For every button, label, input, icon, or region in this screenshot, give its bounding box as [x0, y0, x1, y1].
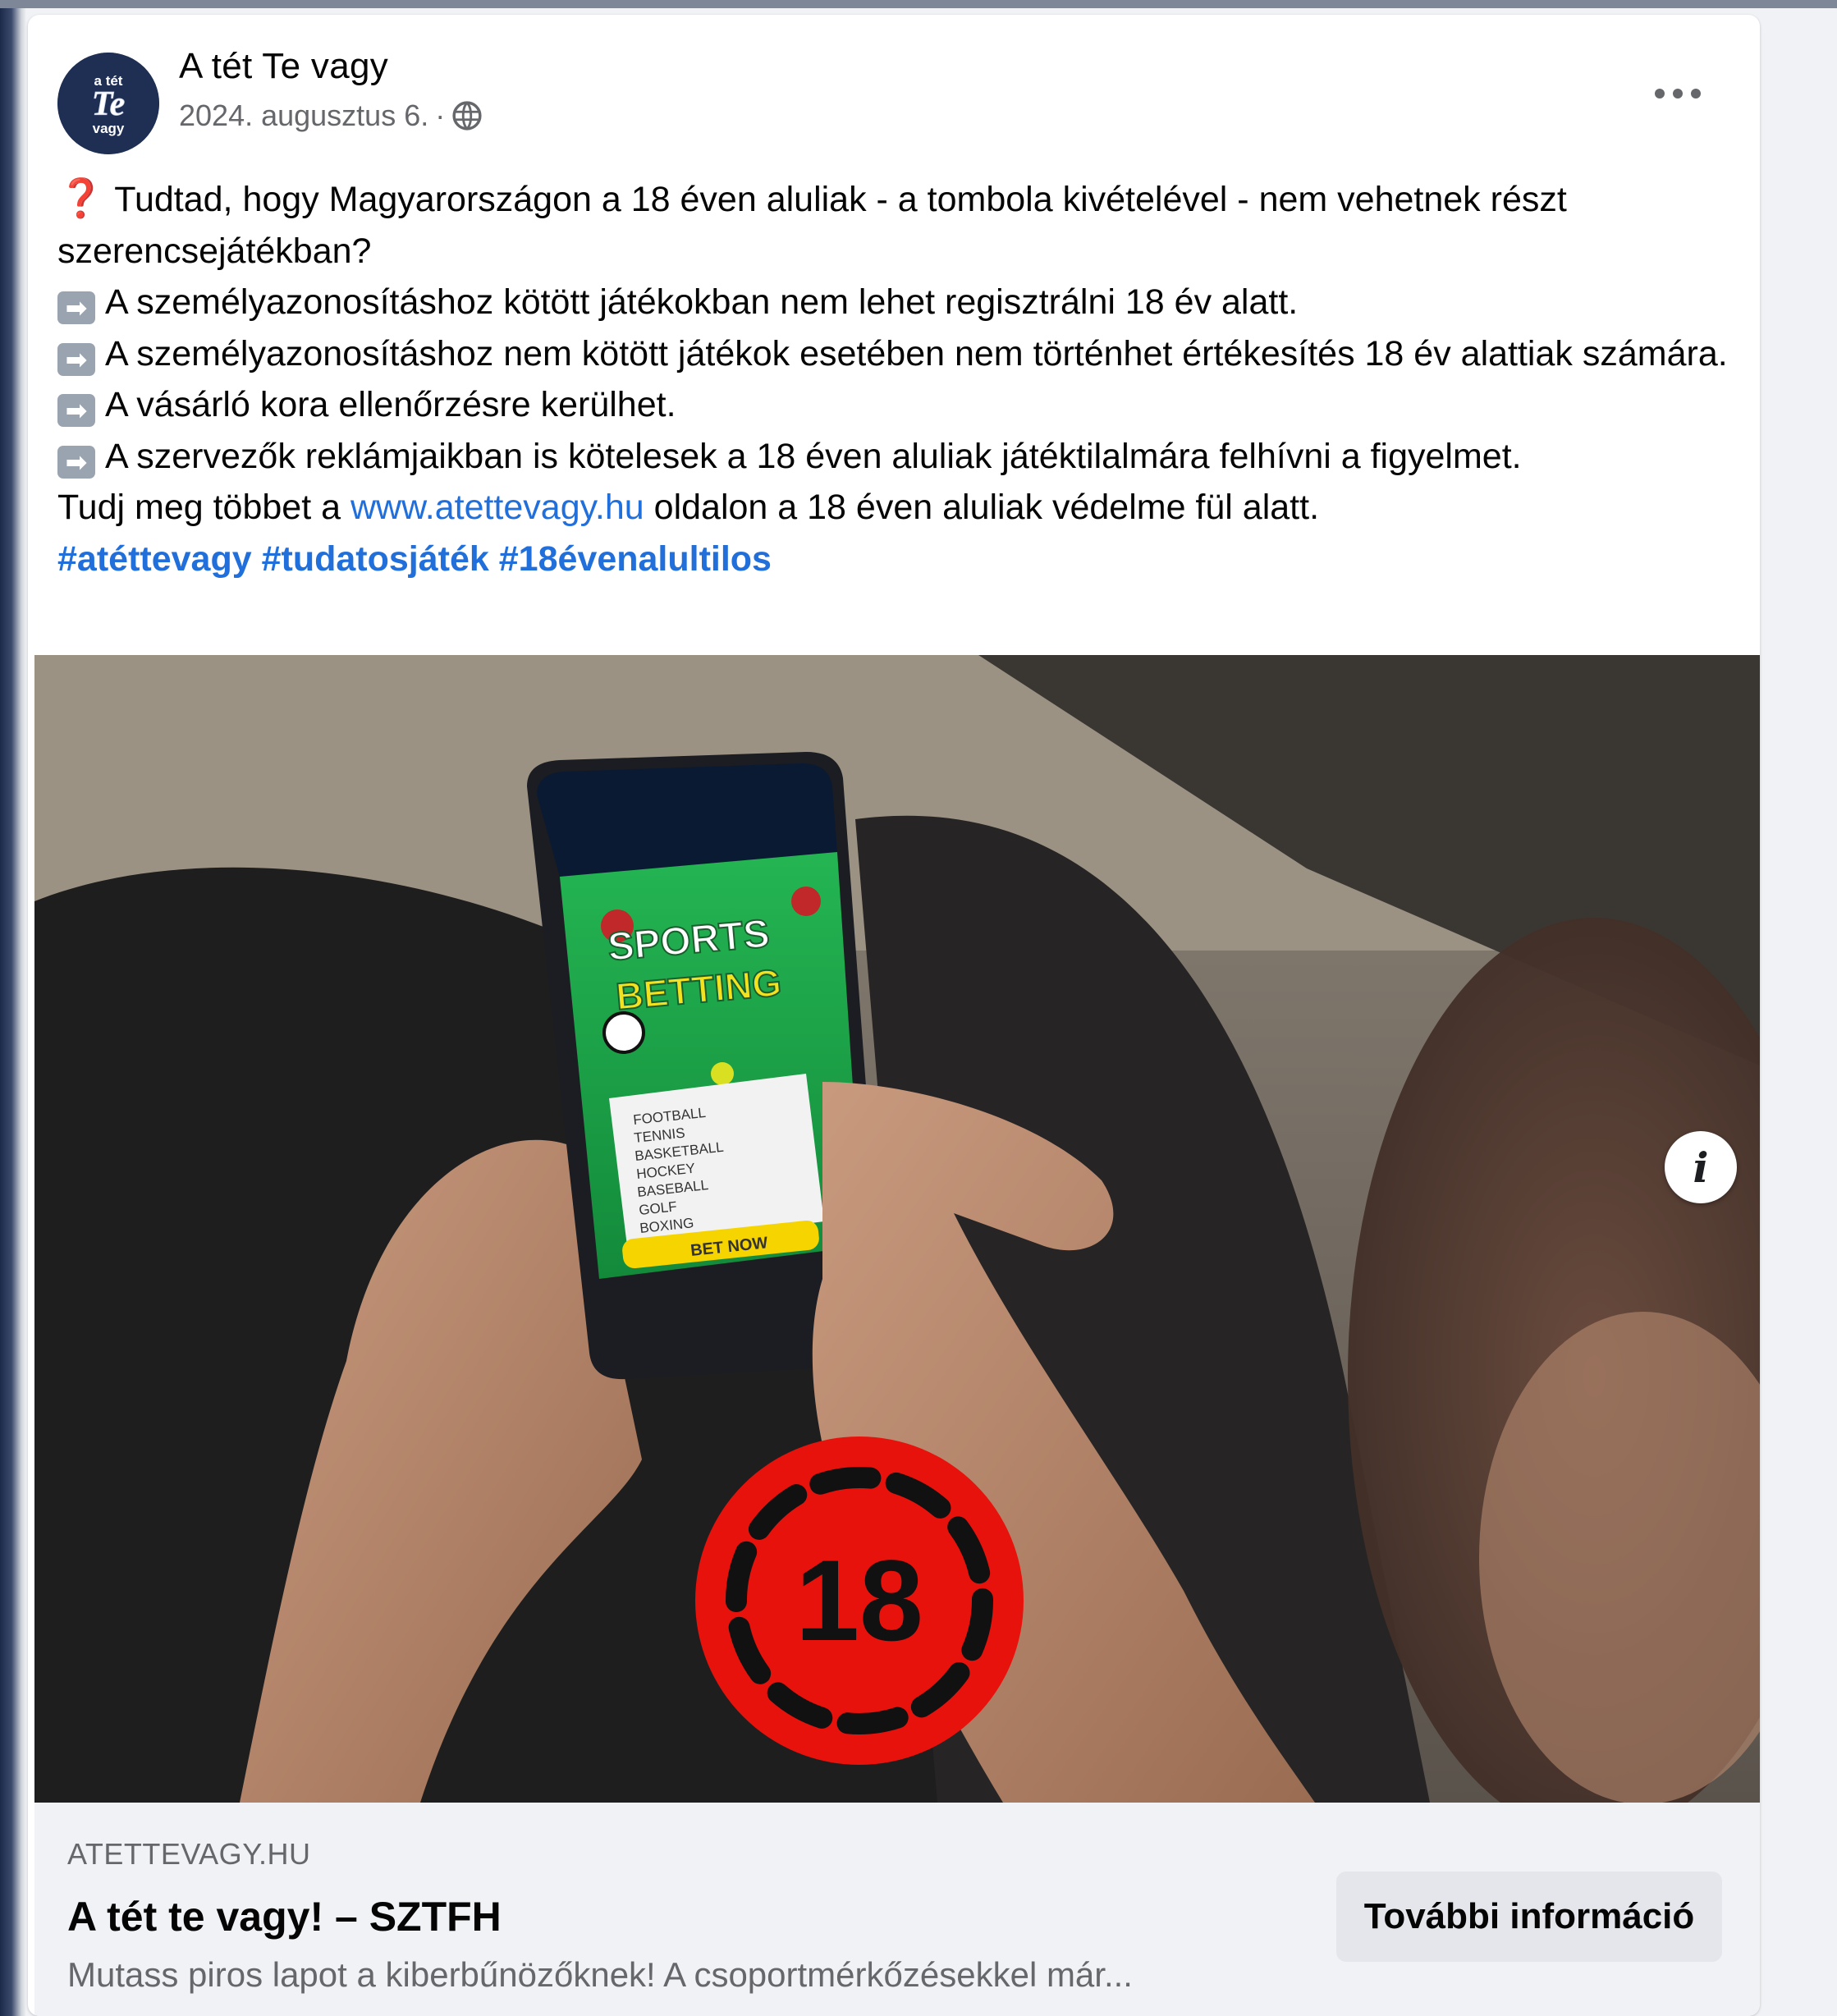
age-18-badge: 18 — [695, 1436, 1024, 1765]
post-line-2: ➡ A személyazonosításhoz nem kötött játék… — [57, 328, 1732, 380]
post-line-text: A személyazonosításhoz nem kötött játéko… — [105, 333, 1728, 373]
arrow-right-icon: ➡ — [57, 394, 95, 427]
badge-number: 18 — [795, 1536, 923, 1665]
avatar-text-line2: Te — [92, 85, 125, 123]
post-line-more-info: Tudj meg többet a www.atettevagy.hu olda… — [57, 482, 1732, 534]
hashtag-line: #atéttevagy #tudatosjáték #18évenalultil… — [57, 534, 1732, 585]
window-top-strip — [0, 0, 1837, 8]
tennis-ball-shape — [711, 1062, 734, 1085]
post-line-text: A vásárló kora ellenőrzésre kerülhet. — [105, 385, 676, 424]
hashtag-link[interactable]: #18évenalultilos — [499, 539, 772, 579]
hashtag-link[interactable]: #tudatosjáték — [262, 539, 489, 579]
post-meta: 2024. augusztus 6. · — [179, 99, 483, 133]
feed-background — [1763, 8, 1837, 2016]
arrow-right-icon: ➡ — [57, 445, 95, 479]
hashtag-link[interactable]: #atéttevagy — [57, 539, 252, 579]
dot-icon — [1655, 89, 1665, 99]
question-mark-icon: ❓ — [57, 176, 105, 219]
page-avatar[interactable]: a tét Te vagy — [57, 53, 159, 154]
post-line-question: ❓ Tudtad, hogy Magyarországon a 18 éven a… — [57, 172, 1732, 277]
post-line-text: oldalon a 18 éven aluliak védelme fül al… — [653, 488, 1320, 527]
dot-icon — [1673, 89, 1683, 99]
preview-headline[interactable]: A tét te vagy! – SZTFH — [67, 1893, 502, 1940]
meta-separator: · — [435, 99, 446, 132]
more-options-button[interactable] — [1645, 72, 1711, 115]
post-date[interactable]: 2024. augusztus 6. — [179, 99, 428, 133]
page-name-link[interactable]: A tét Te vagy — [179, 46, 388, 87]
post-line-text: Tudj meg többet a — [57, 488, 341, 527]
dot-icon — [1691, 89, 1701, 99]
post-line-1: ➡ A személyazonosításhoz kötött játékokba… — [57, 277, 1732, 328]
post-text: ❓ Tudtad, hogy Magyarországon a 18 éven a… — [57, 172, 1732, 584]
dice-shape — [791, 887, 821, 916]
avatar-logo: a tét Te vagy — [57, 53, 159, 154]
globe-icon[interactable] — [451, 100, 483, 131]
post-line-text: A személyazonosításhoz kötött játékokban… — [105, 282, 1299, 322]
arrow-right-icon: ➡ — [57, 342, 95, 376]
betting-phone-illustration: SPORTS BETTING FOOTBALL TENNIS BASKETBAL… — [34, 655, 1760, 1803]
more-info-button[interactable]: További információ — [1336, 1872, 1722, 1962]
arrow-right-icon: ➡ — [57, 291, 95, 324]
preview-description: Mutass piros lapot a kiberbűnözőknek! A … — [67, 1955, 1133, 1994]
post-line-text: A szervezők reklámjaikban is kötelesek a… — [105, 436, 1522, 476]
facebook-post: a tét Te vagy A tét Te vagy 2024. augusz… — [28, 15, 1760, 2016]
post-line-text: Tudtad, hogy Magyarországon a 18 éven al… — [57, 180, 1567, 271]
post-line-4: ➡ A szervezők reklámjaikban is kötelesek … — [57, 431, 1732, 483]
info-icon[interactable]: i — [1665, 1131, 1737, 1203]
avatar-text-line3: vagy — [93, 121, 125, 136]
preview-domain: ATETTEVAGY.HU — [67, 1837, 311, 1871]
post-image[interactable]: SPORTS BETTING FOOTBALL TENNIS BASKETBAL… — [34, 655, 1760, 1803]
link-preview[interactable]: ATETTEVAGY.HU A tét te vagy! – SZTFH Mut… — [34, 1803, 1760, 2016]
post-line-3: ➡ A vásárló kora ellenőrzésre kerülhet. — [57, 379, 1732, 431]
football-shape — [602, 1011, 645, 1054]
website-link[interactable]: www.atettevagy.hu — [350, 488, 644, 527]
